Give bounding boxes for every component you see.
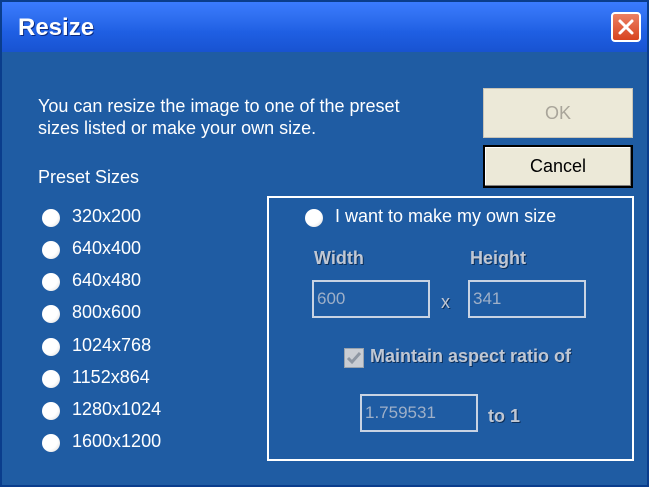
times-label: x bbox=[441, 292, 450, 312]
intro-line-1: You can resize the image to one of the p… bbox=[38, 96, 400, 116]
intro-text: You can resize the image to one of the p… bbox=[38, 95, 400, 139]
preset-radio-640x400[interactable] bbox=[42, 241, 60, 259]
preset-label-640x400[interactable]: 640x400 bbox=[72, 238, 141, 259]
preset-label-1280x1024[interactable]: 1280x1024 bbox=[72, 399, 161, 420]
preset-sizes-heading: Preset Sizes bbox=[38, 167, 140, 187]
height-label: Height bbox=[470, 248, 526, 268]
preset-radio-1152x864[interactable] bbox=[42, 370, 60, 388]
resize-dialog: Resize You can resize the image to one o… bbox=[0, 0, 649, 487]
window-title: Resize bbox=[18, 14, 95, 41]
maintain-aspect-checkbox[interactable] bbox=[344, 348, 364, 368]
width-input[interactable]: 600 bbox=[312, 280, 430, 318]
preset-radio-1280x1024[interactable] bbox=[42, 402, 60, 420]
maintain-aspect-label[interactable]: Maintain aspect ratio of bbox=[370, 346, 571, 367]
intro-line-2: sizes listed or make your own size. bbox=[38, 118, 317, 138]
title-bar[interactable]: Resize bbox=[2, 2, 647, 52]
preset-label-1600x1200[interactable]: 1600x1200 bbox=[72, 431, 161, 452]
preset-radio-1600x1200[interactable] bbox=[42, 434, 60, 452]
preset-label-1024x768[interactable]: 1024x768 bbox=[72, 335, 151, 356]
preset-radio-640x480[interactable] bbox=[42, 273, 60, 291]
close-icon bbox=[618, 19, 634, 35]
preset-label-800x600[interactable]: 800x600 bbox=[72, 302, 141, 323]
custom-size-radio[interactable] bbox=[305, 209, 323, 227]
close-button[interactable] bbox=[611, 12, 641, 42]
preset-radio-800x600[interactable] bbox=[42, 305, 60, 323]
to-one-label: to 1 bbox=[488, 406, 521, 426]
aspect-ratio-input[interactable]: 1.759531 bbox=[360, 394, 478, 432]
preset-radio-1024x768[interactable] bbox=[42, 338, 60, 356]
preset-label-640x480[interactable]: 640x480 bbox=[72, 270, 141, 291]
preset-label-320x200[interactable]: 320x200 bbox=[72, 206, 141, 227]
width-label: Width bbox=[314, 248, 364, 268]
checkmark-icon bbox=[346, 352, 362, 365]
custom-size-label[interactable]: I want to make my own size bbox=[335, 206, 556, 227]
cancel-button[interactable]: Cancel bbox=[483, 145, 633, 188]
ok-button[interactable]: OK bbox=[483, 88, 633, 138]
height-input[interactable]: 341 bbox=[468, 280, 586, 318]
preset-label-1152x864[interactable]: 1152x864 bbox=[72, 367, 150, 388]
preset-radio-320x200[interactable] bbox=[42, 209, 60, 227]
